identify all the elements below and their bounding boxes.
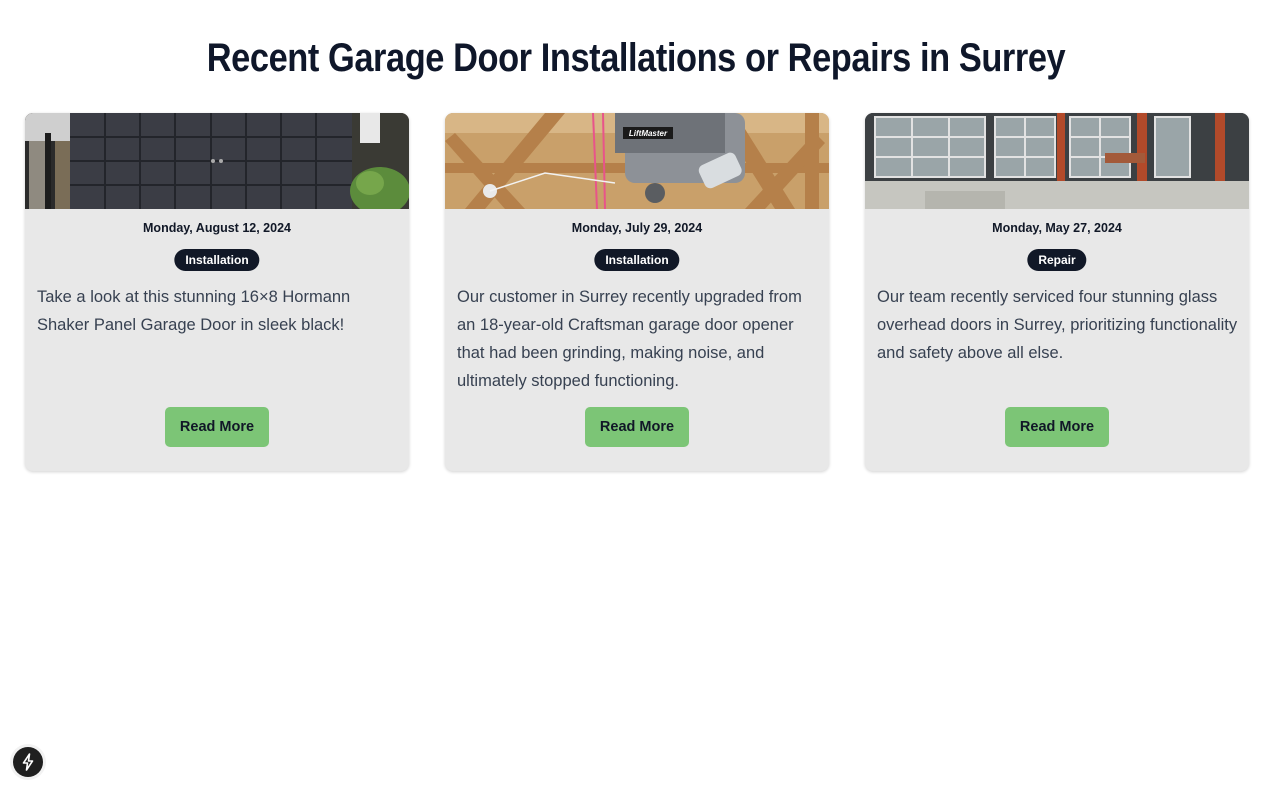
read-more-button[interactable]: Read More <box>1005 407 1109 447</box>
card-date: Monday, July 29, 2024 <box>571 221 703 235</box>
project-card-3: Monday, May 27, 2024 Repair Our team rec… <box>865 113 1249 471</box>
read-more-button[interactable]: Read More <box>585 407 689 447</box>
lightning-bolt-icon[interactable] <box>13 747 43 777</box>
garage-door-photo <box>25 113 409 209</box>
project-card-1: Monday, August 12, 2024 Installation Tak… <box>25 113 409 471</box>
opener-brand-label: LiftMaster <box>629 129 668 138</box>
card-image-garage-door[interactable] <box>25 113 409 209</box>
section-heading: Recent Garage Door Installations or Repa… <box>206 36 1066 80</box>
card-image-garage-opener[interactable]: LiftMaster <box>445 113 829 209</box>
card-excerpt: Our customer in Surrey recently upgraded… <box>457 288 802 390</box>
card-date: Monday, May 27, 2024 <box>992 221 1122 235</box>
read-more-button[interactable]: Read More <box>165 407 269 447</box>
card-image-glass-doors[interactable] <box>865 113 1249 209</box>
category-badge: Repair <box>1027 249 1087 271</box>
category-badge: Installation <box>174 249 260 271</box>
card-excerpt: Take a look at this stunning 16×8 Horman… <box>37 288 351 334</box>
project-cards: Monday, August 12, 2024 Installation Tak… <box>25 113 1249 471</box>
glass-doors-photo <box>865 113 1249 209</box>
card-excerpt: Our team recently serviced four stunning… <box>877 288 1238 362</box>
category-badge: Installation <box>594 249 680 271</box>
project-card-2: LiftMaster Monday, July 29, 2024 Install… <box>445 113 829 471</box>
garage-opener-photo: LiftMaster <box>445 113 829 209</box>
card-date: Monday, August 12, 2024 <box>143 221 291 235</box>
